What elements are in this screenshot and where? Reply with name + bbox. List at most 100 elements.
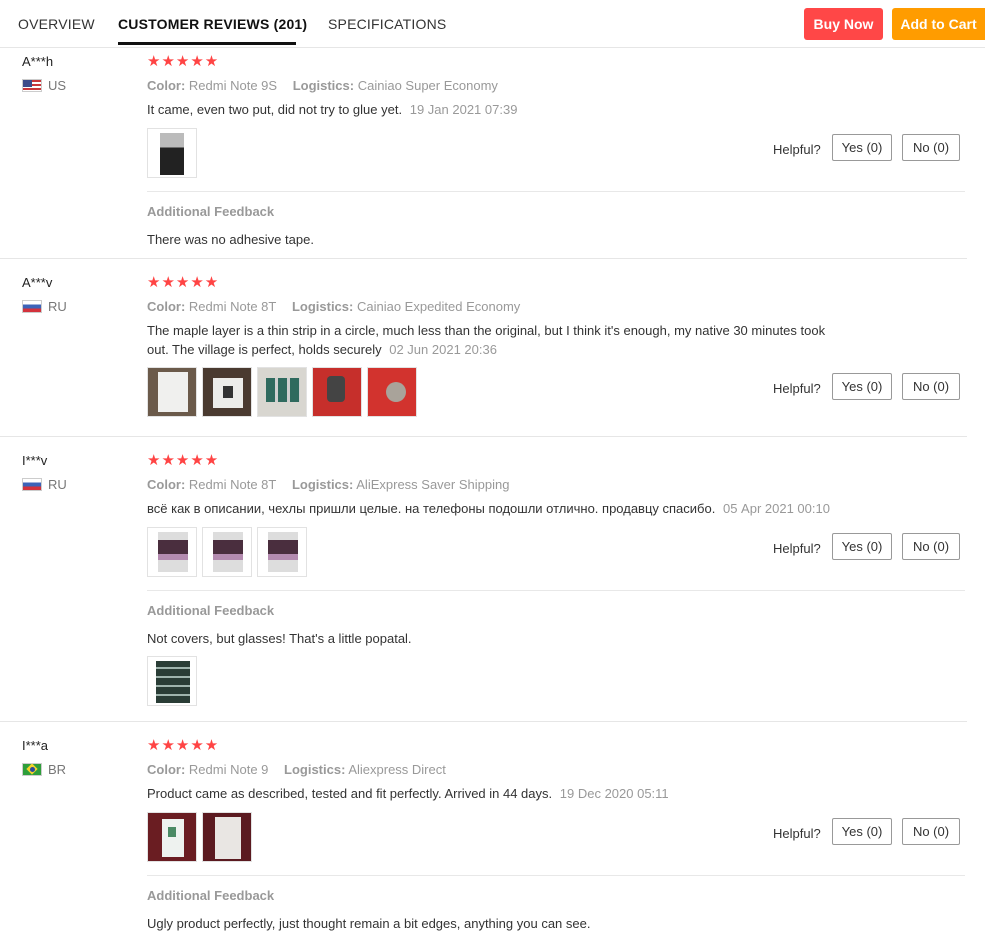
helpful-yes-button[interactable]: Yes (0) [832, 533, 892, 560]
tab-overview[interactable]: OVERVIEW [18, 16, 95, 32]
reviewer-name: I***a [22, 738, 49, 753]
review-body: всё как в описании, чехлы пришли целые. … [147, 501, 716, 516]
logistics-value: Cainiao Super Economy [357, 78, 498, 93]
color-value: Redmi Note 8T [188, 299, 277, 314]
review-divider [0, 721, 967, 722]
logistics-value: Aliexpress Direct [348, 762, 446, 777]
us-flag-icon [22, 79, 42, 92]
helpful-no-button[interactable]: No (0) [902, 134, 960, 161]
additional-feedback-title: Additional Feedback [147, 603, 275, 618]
reviewer-name: A***v [22, 275, 53, 290]
review-body: It came, even two put, did not try to gl… [147, 102, 403, 117]
review-body: Product came as described, tested and fi… [147, 786, 553, 801]
add-to-cart-button[interactable]: Add to Cart [892, 8, 985, 40]
ru-flag-icon [22, 300, 42, 313]
helpful-yes-button[interactable]: Yes (0) [832, 818, 892, 845]
country-code: US [48, 78, 67, 93]
review-text: It came, even two put, did not try to gl… [147, 100, 867, 119]
review-photos [147, 527, 307, 577]
review-photo-thumbnail[interactable] [147, 527, 197, 577]
feedback-separator [147, 191, 965, 192]
ru-flag-icon [22, 478, 42, 491]
feedback-photo-thumbnail[interactable] [147, 656, 197, 706]
product-tab-bar: OVERVIEW CUSTOMER REVIEWS (201) SPECIFIC… [0, 0, 985, 48]
review-body-line: out. The village is perfect, holds secur… [147, 342, 382, 357]
reviewer-country: BR [22, 762, 66, 777]
review-meta: Color: Redmi Note 8T Logistics: AliExpre… [147, 477, 521, 492]
review-text: The maple layer is a thin strip in a cir… [147, 321, 867, 359]
feedback-separator [147, 875, 965, 876]
active-tab-underline [118, 42, 296, 45]
reviewer-country: RU [22, 299, 67, 314]
helpful-label: Helpful? [773, 142, 821, 157]
color-value: Redmi Note 9 [188, 762, 269, 777]
review-date: 19 Dec 2020 05:11 [559, 786, 669, 801]
review-date: 02 Jun 2021 20:36 [389, 342, 497, 357]
review-photo-thumbnail[interactable] [147, 367, 197, 417]
review-body-line: The maple layer is a thin strip in a cir… [147, 323, 826, 338]
reviewer-country: US [22, 78, 66, 93]
logistics-label: Logistics: [292, 78, 355, 93]
review-photo-thumbnail[interactable] [202, 527, 252, 577]
reviewer-name: A***h [22, 54, 54, 69]
logistics-value: AliExpress Saver Shipping [356, 477, 510, 492]
country-code: BR [48, 762, 67, 777]
review-photo-thumbnail[interactable] [257, 527, 307, 577]
feedback-photos [147, 656, 197, 706]
helpful-no-button[interactable]: No (0) [902, 533, 960, 560]
color-label: Color: [147, 477, 186, 492]
helpful-yes-button[interactable]: Yes (0) [832, 373, 892, 400]
review-photos [147, 812, 252, 862]
review-photos [147, 367, 417, 417]
country-code: RU [48, 299, 67, 314]
tab-customer-reviews[interactable]: CUSTOMER REVIEWS (201) [118, 16, 307, 32]
review-meta: Color: Redmi Note 9 Logistics: Aliexpres… [147, 762, 458, 777]
tab-specifications[interactable]: SPECIFICATIONS [328, 16, 446, 32]
additional-feedback-text: Not covers, but glasses! That's a little… [147, 631, 412, 646]
color-value: Redmi Note 8T [188, 477, 277, 492]
review-date: 19 Jan 2021 07:39 [409, 102, 518, 117]
logistics-label: Logistics: [284, 762, 346, 777]
additional-feedback-text: Ugly product perfectly, just thought rem… [147, 916, 591, 931]
logistics-value: Cainiao Expedited Economy [356, 299, 521, 314]
star-rating: ★★★★★ [147, 737, 220, 754]
color-value: Redmi Note 9S [188, 78, 278, 93]
review-text: Product came as described, tested and fi… [147, 784, 867, 803]
reviewer-country: RU [22, 477, 67, 492]
review-photo-thumbnail[interactable] [147, 128, 197, 178]
review-text: всё как в описании, чехлы пришли целые. … [147, 499, 927, 518]
review-photo-thumbnail[interactable] [257, 367, 307, 417]
review-photos [147, 128, 197, 178]
helpful-no-button[interactable]: No (0) [902, 373, 960, 400]
review-photo-thumbnail[interactable] [202, 367, 252, 417]
star-rating: ★★★★★ [147, 274, 220, 291]
logistics-label: Logistics: [291, 299, 354, 314]
additional-feedback-text: There was no adhesive tape. [147, 232, 314, 247]
color-label: Color: [147, 78, 186, 93]
review-photo-thumbnail[interactable] [367, 367, 417, 417]
star-rating: ★★★★★ [147, 452, 220, 469]
review-meta: Color: Redmi Note 9S Logistics: Cainiao … [147, 78, 510, 93]
helpful-label: Helpful? [773, 541, 821, 556]
additional-feedback-title: Additional Feedback [147, 204, 275, 219]
review-photo-thumbnail[interactable] [147, 812, 197, 862]
helpful-yes-button[interactable]: Yes (0) [832, 134, 892, 161]
review-divider [0, 258, 967, 259]
review-meta: Color: Redmi Note 8T Logistics: Cainiao … [147, 299, 532, 314]
feedback-separator [147, 590, 965, 591]
reviewer-name: I***v [22, 453, 48, 468]
helpful-label: Helpful? [773, 381, 821, 396]
review-divider [0, 436, 967, 437]
helpful-no-button[interactable]: No (0) [902, 818, 960, 845]
country-code: RU [48, 477, 67, 492]
logistics-label: Logistics: [291, 477, 354, 492]
star-rating: ★★★★★ [147, 53, 220, 70]
review-photo-thumbnail[interactable] [202, 812, 252, 862]
br-flag-icon [22, 763, 42, 776]
color-label: Color: [147, 762, 186, 777]
buy-now-button[interactable]: Buy Now [804, 8, 883, 40]
color-label: Color: [147, 299, 186, 314]
review-photo-thumbnail[interactable] [312, 367, 362, 417]
helpful-label: Helpful? [773, 826, 821, 841]
additional-feedback-title: Additional Feedback [147, 888, 275, 903]
